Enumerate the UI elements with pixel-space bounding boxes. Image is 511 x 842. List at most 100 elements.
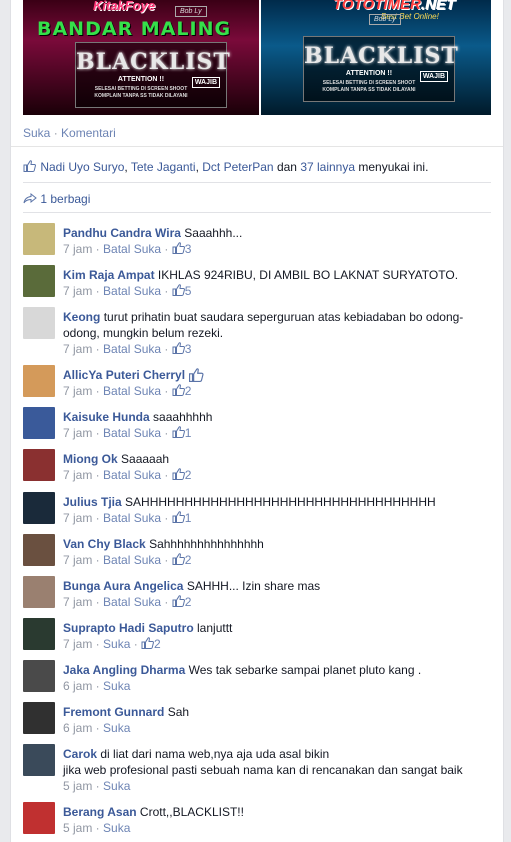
comment-likes[interactable]: 5: [172, 284, 191, 298]
liker-link[interactable]: Nadi Uyo Suryo: [40, 160, 124, 174]
comment-author[interactable]: Jaka Angling Dharma: [63, 663, 185, 677]
comment-like-button[interactable]: Batal Suka: [103, 284, 161, 298]
photo-top-text: KitakFoye: [93, 0, 156, 13]
comment-likes[interactable]: 2: [172, 553, 192, 567]
avatar[interactable]: [23, 307, 55, 339]
comment-like-button[interactable]: Batal Suka: [103, 342, 161, 356]
comment-author[interactable]: AllicYa Puteri Cherryl: [63, 368, 185, 382]
comment-like-button[interactable]: Batal Suka: [103, 595, 161, 609]
comment-like-count: 3: [184, 242, 192, 256]
shares-link[interactable]: 1 berbagi: [23, 192, 90, 206]
avatar[interactable]: [23, 618, 55, 650]
comment-author[interactable]: Miong Ok: [63, 452, 118, 466]
photo-banner-text: BANDAR MALING: [37, 18, 232, 40]
comment-likes[interactable]: 1: [172, 511, 191, 525]
post-photo-left[interactable]: KitakFoye BANDAR MALING BLACKLIST ATTENT…: [23, 0, 259, 115]
comment-like-button[interactable]: Batal Suka: [103, 242, 161, 256]
separator: ·: [92, 637, 104, 651]
comment-time[interactable]: 7 jam: [63, 384, 92, 398]
comment-author[interactable]: Suprapto Hadi Saputro: [63, 621, 194, 635]
divider: [11, 146, 503, 147]
avatar[interactable]: [23, 534, 55, 566]
avatar[interactable]: [23, 449, 55, 481]
comment-time[interactable]: 7 jam: [63, 284, 92, 298]
comment-like-button[interactable]: Suka: [103, 637, 130, 651]
liker-link[interactable]: Dct PeterPan: [202, 160, 273, 174]
avatar[interactable]: [23, 576, 55, 608]
comment-likes[interactable]: 2: [172, 595, 191, 609]
comment-author[interactable]: Pandhu Candra Wira: [63, 226, 181, 240]
comment-author[interactable]: Van Chy Black: [63, 537, 146, 551]
comment-time[interactable]: 7 jam: [63, 637, 92, 651]
comment-meta: 6 jam · Suka: [63, 678, 488, 694]
separator: ·: [92, 284, 104, 298]
comment-likes[interactable]: 3: [172, 242, 192, 256]
others-link[interactable]: 37 lainnya: [300, 160, 355, 174]
comment-line: Van Chy Black Sahhhhhhhhhhhhhhh: [63, 536, 488, 552]
shares-count: 1 berbagi: [40, 192, 91, 206]
comment-text: Sahhhhhhhhhhhhhhh: [149, 537, 264, 551]
avatar[interactable]: [23, 223, 55, 255]
likes-suffix: menyukai ini.: [355, 160, 429, 174]
comment-likes[interactable]: 2: [141, 637, 161, 651]
comment-body: Suprapto Hadi Saputro lanjuttt 7 jam · Su…: [63, 620, 488, 652]
comment-body: Bunga Aura Angelica SAHHH... Izin share …: [63, 578, 488, 610]
comment-like-button[interactable]: Batal Suka: [103, 426, 161, 440]
separator: ·: [92, 384, 104, 398]
avatar[interactable]: [23, 802, 55, 834]
comment-time[interactable]: 5 jam: [63, 779, 92, 793]
notice-line-1: SELESAI BETTING DI SCREEN SHOOT: [94, 86, 188, 92]
comment-author[interactable]: Kaisuke Hunda: [63, 410, 150, 424]
separator: ·: [92, 679, 104, 693]
comment-likes[interactable]: 1: [172, 426, 191, 440]
separator: ·: [161, 595, 172, 609]
avatar[interactable]: [23, 365, 55, 397]
comment-like-button[interactable]: Suka: [103, 821, 130, 835]
avatar[interactable]: [23, 407, 55, 439]
comment-time[interactable]: 7 jam: [63, 242, 92, 256]
comment-time[interactable]: 5 jam: [63, 821, 92, 835]
avatar[interactable]: [23, 660, 55, 692]
comment-author[interactable]: Julius Tjia: [63, 495, 122, 509]
comment-time[interactable]: 7 jam: [63, 426, 92, 440]
comment-text: lanjuttt: [197, 621, 233, 635]
avatar[interactable]: [23, 492, 55, 524]
comment-time[interactable]: 6 jam: [63, 679, 92, 693]
liker-link[interactable]: Tete Jaganti: [131, 160, 196, 174]
comment-like-button[interactable]: Batal Suka: [103, 468, 161, 482]
comment-like-button[interactable]: Batal Suka: [103, 553, 161, 567]
comment-time[interactable]: 7 jam: [63, 595, 92, 609]
comment-likes[interactable]: 2: [172, 468, 191, 482]
comment-time[interactable]: 7 jam: [63, 468, 92, 482]
comment-author[interactable]: Fremont Gunnard: [63, 705, 164, 719]
comment-author[interactable]: Carok: [63, 747, 97, 761]
comment-time[interactable]: 7 jam: [63, 342, 92, 356]
separator: ·: [161, 242, 172, 256]
comment-likes[interactable]: 3: [172, 342, 191, 356]
post-photo-right[interactable]: TOTOTIMER.NET Best Bet Online! BLACKLIST…: [261, 0, 491, 115]
comment-like-button[interactable]: Batal Suka: [103, 511, 161, 525]
comment-like-button[interactable]: Suka: [103, 721, 130, 735]
comment-like-count: 2: [184, 553, 192, 567]
comment-body: Carok di liat dari nama web,nya aja uda …: [63, 746, 488, 794]
like-button[interactable]: Suka: [23, 126, 50, 140]
avatar[interactable]: [23, 744, 55, 776]
comment-text: Sah: [167, 705, 190, 719]
avatar[interactable]: [23, 702, 55, 734]
comment-like-button[interactable]: Suka: [103, 679, 130, 693]
comment-time[interactable]: 7 jam: [63, 553, 92, 567]
comment-author[interactable]: Kim Raja Ampat: [63, 268, 155, 282]
comment-button[interactable]: Komentari: [61, 126, 116, 140]
comment-meta: 5 jam · Suka: [63, 820, 488, 836]
comment-like-button[interactable]: Batal Suka: [103, 384, 161, 398]
comment-like-button[interactable]: Suka: [103, 779, 130, 793]
comment-author[interactable]: Berang Asan: [63, 805, 137, 819]
comment-time[interactable]: 7 jam: [63, 511, 92, 525]
avatar[interactable]: [23, 265, 55, 297]
thumbs-up-icon: [172, 384, 185, 396]
comment-time[interactable]: 6 jam: [63, 721, 92, 735]
comment-author[interactable]: Bunga Aura Angelica: [63, 579, 183, 593]
comment-author[interactable]: Keong: [63, 310, 100, 324]
comment-text: IKHLAS 924RIBU, DI AMBIL BO LAKNAT SURYA…: [157, 268, 459, 282]
comment-likes[interactable]: 2: [172, 384, 191, 398]
